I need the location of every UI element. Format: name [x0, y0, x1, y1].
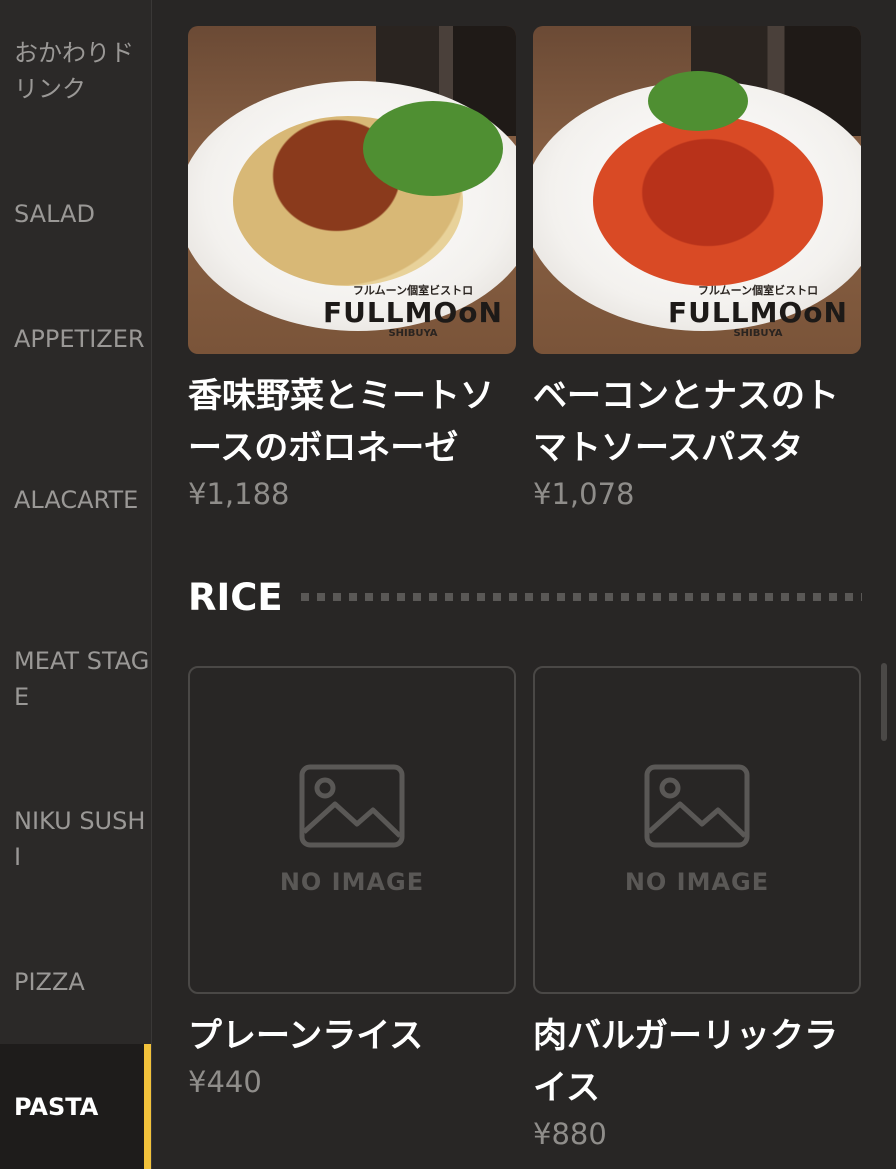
- no-image-placeholder: NO IMAGE: [188, 666, 516, 994]
- section-header-rice: RICE: [188, 572, 862, 622]
- item-price: ¥440: [188, 1065, 262, 1099]
- no-image-placeholder: NO IMAGE: [533, 666, 861, 994]
- sidebar-item-salad[interactable]: SALAD: [0, 196, 151, 232]
- image-placeholder-icon: [644, 764, 750, 848]
- item-price: ¥1,188: [188, 477, 290, 511]
- item-name: プレーンライス: [188, 1016, 424, 1056]
- section-title: RICE: [188, 575, 283, 619]
- menu-content: フルムーン個室ビストロ FULLMOoN SHIBUYA 香味野菜とミートソース…: [152, 0, 896, 1169]
- sidebar-item-alacarte[interactable]: ALACARTE: [0, 482, 151, 518]
- item-name: 香味野菜とミートソースのボロネーゼ: [188, 376, 494, 468]
- menu-card-tomato-pasta[interactable]: フルムーン個室ビストロ FULLMOoN SHIBUYA ベーコンとナスのトマト…: [533, 26, 861, 512]
- menu-card-plain-rice[interactable]: NO IMAGE プレーンライス ¥440: [188, 666, 516, 1100]
- category-sidebar: おかわりドリンク SALAD APPETIZER ALACARTE MEAT S…: [0, 0, 152, 1169]
- sidebar-item-meat-stage[interactable]: MEAT STAGE: [0, 643, 151, 715]
- item-name: ベーコンとナスのトマトソースパスタ: [533, 376, 839, 468]
- menu-card-garlic-rice[interactable]: NO IMAGE 肉バルガーリックライス ¥880: [533, 666, 861, 1152]
- item-price: ¥1,078: [533, 477, 635, 511]
- menu-card-bolognese[interactable]: フルムーン個室ビストロ FULLMOoN SHIBUYA 香味野菜とミートソース…: [188, 26, 516, 512]
- fullmoon-logo: フルムーン個室ビストロ FULLMOoN SHIBUYA: [323, 284, 503, 339]
- sidebar-item-pasta[interactable]: PASTA: [0, 1044, 151, 1169]
- sidebar-item-pizza[interactable]: PIZZA: [0, 964, 151, 1000]
- item-price: ¥880: [533, 1117, 607, 1151]
- sidebar-item-niku-sushi[interactable]: NIKU SUSHI: [0, 803, 151, 875]
- dotted-divider: [300, 593, 862, 601]
- scrollbar-thumb[interactable]: [881, 663, 887, 741]
- tomato-pasta-photo: フルムーン個室ビストロ FULLMOoN SHIBUYA: [533, 26, 861, 354]
- sidebar-item-okawari-drink[interactable]: おかわりドリンク: [0, 35, 151, 107]
- fullmoon-logo: フルムーン個室ビストロ FULLMOoN SHIBUYA: [668, 284, 848, 339]
- active-indicator: [144, 1044, 151, 1169]
- sidebar-item-appetizer[interactable]: APPETIZER: [0, 321, 151, 357]
- item-name: 肉バルガーリックライス: [533, 1016, 838, 1108]
- image-placeholder-icon: [299, 764, 405, 848]
- bolognese-photo: フルムーン個室ビストロ FULLMOoN SHIBUYA: [188, 26, 516, 354]
